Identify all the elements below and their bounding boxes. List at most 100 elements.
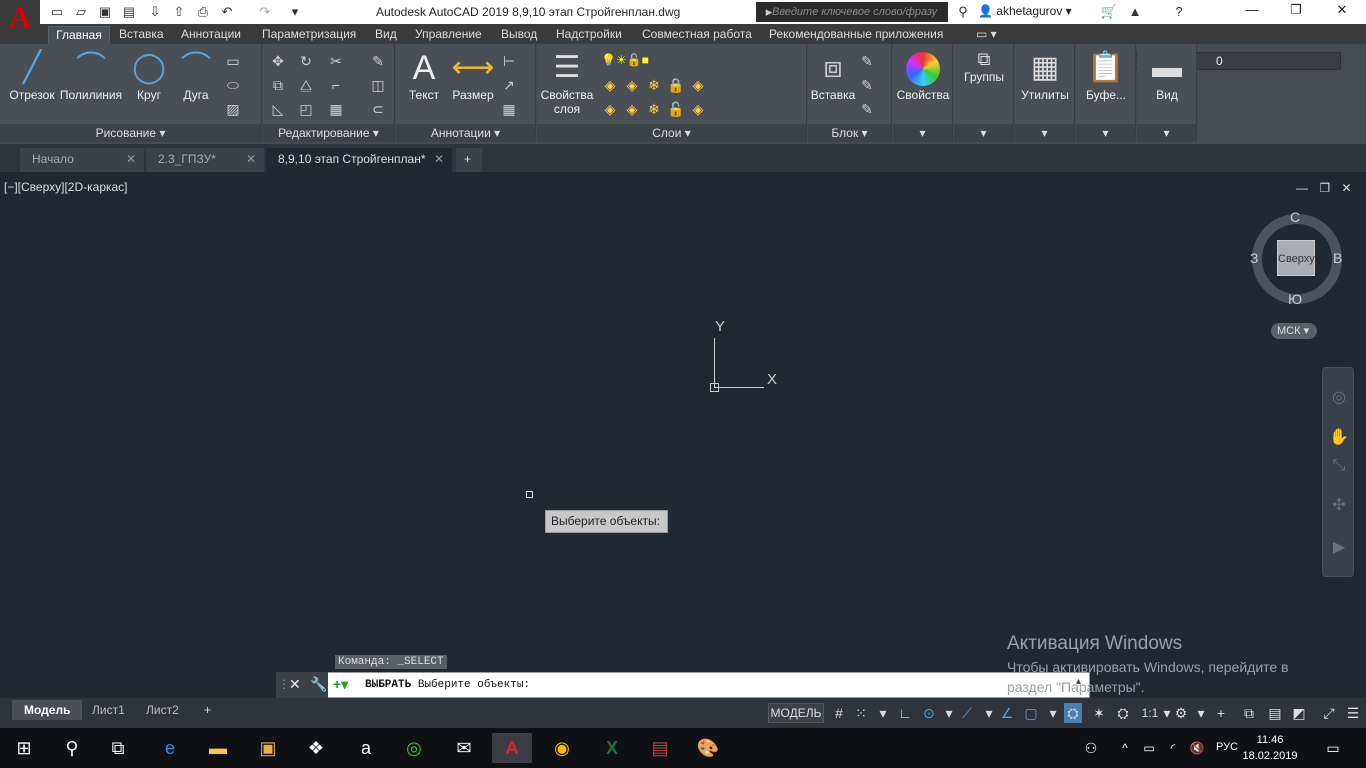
close-button[interactable]: ✕ (1322, 2, 1362, 22)
grid-icon[interactable]: # (830, 703, 848, 723)
winrar-icon[interactable]: ▤ (640, 733, 680, 763)
polyline-button[interactable]: ⌒ Полилиния (58, 48, 124, 102)
hatch-icon[interactable]: ▨ (224, 100, 242, 118)
close-icon[interactable]: ✕ (289, 676, 301, 693)
compass-south[interactable]: Ю (1288, 291, 1302, 307)
windows-start-icon[interactable]: ⊞ (4, 733, 44, 763)
chrome-icon[interactable]: ◉ (542, 733, 582, 763)
layer-on-icon[interactable]: ◈ (601, 100, 619, 118)
autodesk-app-icon[interactable]: ▲ (1126, 3, 1144, 21)
save-as-icon[interactable]: ▤ (120, 3, 138, 21)
workspace-menu-icon[interactable]: ▾ (1192, 703, 1210, 723)
doc-tab-stroygenplan[interactable]: 8,9,10 этап Стройгенплан* ✕ (266, 148, 452, 172)
insert-block-button[interactable]: ⧈ Вставка (810, 48, 856, 102)
redo-icon[interactable]: ↷ (256, 3, 274, 21)
panel-clipboard-expand[interactable]: ▾ (1076, 124, 1135, 142)
compass-north[interactable]: С (1290, 209, 1300, 225)
fullscreen-icon[interactable]: ⤢ (1320, 703, 1338, 723)
scale-icon[interactable]: ◰ (297, 100, 315, 118)
autocad-taskbar-icon[interactable]: A (492, 733, 532, 763)
erase-icon[interactable]: ✎ (369, 52, 387, 70)
annotation-visibility-icon[interactable]: ⛭ (1064, 703, 1082, 723)
model-space-button[interactable]: МОДЕЛЬ (768, 703, 824, 723)
groups-button[interactable]: ⧉ Группы (956, 48, 1012, 84)
compass-west[interactable]: З (1250, 250, 1258, 266)
mail-icon[interactable]: ✉ (444, 733, 484, 763)
store-icon[interactable]: ▣ (248, 733, 288, 763)
close-icon[interactable]: ✕ (434, 148, 444, 170)
wcs-menu[interactable]: МСК ▾ (1271, 323, 1317, 339)
battery-icon[interactable]: ▭ (1138, 733, 1160, 763)
tab-featured-apps[interactable]: Рекомендованные приложения (769, 27, 943, 41)
layout-tab-model[interactable]: Модель (12, 700, 83, 720)
zoom-icon[interactable]: ⤡ (1329, 456, 1349, 476)
hardware-acceleration-icon[interactable]: ▤ (1266, 703, 1284, 723)
layout-tab-sheet2[interactable]: Лист2 (134, 700, 191, 720)
customize-wrench-icon[interactable]: 🔧 (310, 676, 327, 693)
tab-parametric[interactable]: Параметризация (262, 27, 356, 41)
arc-button[interactable]: ⌒ Дуга (178, 48, 214, 102)
polar-tracking-icon[interactable]: ⊙ (920, 703, 938, 723)
tab-manage[interactable]: Управление (415, 27, 482, 41)
layer-unlock-icon[interactable]: 🔓 (667, 100, 685, 118)
panel-modify-title[interactable]: Редактирование ▾ (263, 124, 394, 142)
panel-block-title[interactable]: Блок ▾ (808, 124, 891, 142)
layer-properties-button[interactable]: ☰ Свойства слоя (539, 48, 595, 116)
dropbox-icon[interactable]: ❖ (296, 733, 336, 763)
panel-view-expand[interactable]: ▾ (1137, 124, 1196, 142)
people-icon[interactable]: ⚇ (1076, 733, 1106, 763)
tab-addins[interactable]: Надстройки (556, 27, 622, 41)
trim-icon[interactable]: ✂ (327, 52, 345, 70)
file-explorer-icon[interactable]: ▬ (198, 733, 238, 763)
panel-properties-expand[interactable]: ▾ (893, 124, 952, 142)
mirror-icon[interactable]: ⧋ (297, 76, 315, 94)
tripadvisor-icon[interactable]: ◎ (394, 733, 434, 763)
array-icon[interactable]: ▦ (327, 100, 345, 118)
save-icon[interactable]: ▣ (96, 3, 114, 21)
compass-east[interactable]: В (1333, 250, 1342, 266)
open-file-icon[interactable]: ▱ (72, 3, 90, 21)
layer-walk-icon[interactable]: ◈ (689, 100, 707, 118)
line-button[interactable]: ╱ Отрезок (6, 48, 58, 102)
annotation-scale-icon[interactable]: ⛭ (1114, 703, 1132, 723)
object-snap-menu-icon[interactable]: ▾ (1044, 703, 1062, 723)
undo-icon[interactable]: ↶ (218, 3, 236, 21)
text-button[interactable]: A Текст (404, 48, 444, 102)
orbit-icon[interactable]: ✣ (1329, 496, 1349, 516)
snap-icon[interactable]: ⁙ (852, 703, 870, 723)
layer-unisolate-icon[interactable]: ◈ (623, 100, 641, 118)
stretch-icon[interactable]: ◺ (269, 100, 287, 118)
layer-lock-icon[interactable]: 🔒 (667, 76, 685, 94)
close-icon[interactable]: ✕ (246, 148, 256, 170)
move-icon[interactable]: ✥ (269, 52, 287, 70)
layer-isolate-icon[interactable]: ◈ (623, 76, 641, 94)
ellipse-icon[interactable]: ⬭ (224, 76, 242, 94)
excel-icon[interactable]: X (592, 733, 632, 763)
tab-output[interactable]: Вывод (501, 27, 537, 41)
panel-utilities-expand[interactable]: ▾ (1015, 124, 1074, 142)
user-account[interactable]: 👤 akhetagurov ▾ (978, 4, 1072, 18)
linear-dim-icon[interactable]: ⊢ (500, 52, 518, 70)
edge-icon[interactable]: e (150, 733, 190, 763)
viewport-controls[interactable]: [−][Сверху][2D-каркас] (4, 180, 128, 194)
panel-annotation-title[interactable]: Аннотации ▾ (396, 124, 535, 142)
amazon-icon[interactable]: a (346, 733, 386, 763)
tab-collaborate[interactable]: Совместная работа (642, 27, 752, 41)
viewport-minimize-icon[interactable]: — (1296, 181, 1308, 195)
rectangle-icon[interactable]: ▭ (224, 52, 242, 70)
view-button[interactable]: ▬ Вид (1139, 48, 1195, 102)
tab-home[interactable]: Главная (48, 26, 110, 44)
tab-insert[interactable]: Вставка (119, 27, 164, 41)
snap-menu-icon[interactable]: ▾ (874, 703, 892, 723)
notifications-icon[interactable]: ▭ (1318, 733, 1348, 763)
quick-access-menu-icon[interactable]: ▾ (286, 3, 304, 21)
panel-layers-title[interactable]: Слои ▾ (537, 124, 806, 142)
minimize-button[interactable]: — (1232, 2, 1272, 22)
dimension-button[interactable]: ⟷ Размер (450, 48, 496, 102)
offset-icon[interactable]: ⊂ (369, 100, 387, 118)
layer-off-icon[interactable]: ◈ (601, 76, 619, 94)
viewport-close-icon[interactable]: ✕ (1341, 181, 1351, 195)
volume-muted-icon[interactable]: 🔇 (1186, 733, 1208, 763)
cloud-open-icon[interactable]: ⇧ (170, 3, 188, 21)
clock[interactable]: 11:46 18.02.2019 (1240, 732, 1300, 764)
